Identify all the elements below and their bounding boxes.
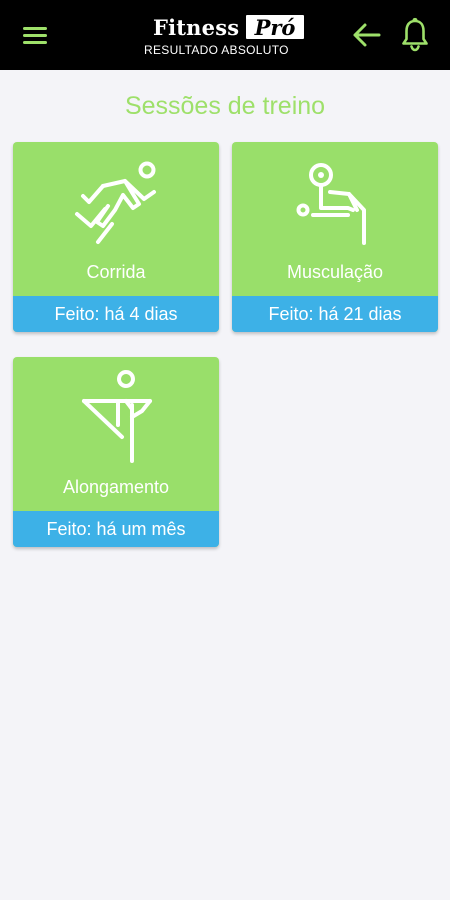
card-label: Alongamento: [62, 477, 170, 497]
brand-name: Fitness: [153, 15, 240, 40]
running-icon: [75, 161, 156, 244]
weightlifting-icon: [296, 163, 366, 245]
card-status: Feito: há 4 dias: [13, 296, 219, 332]
card-label: Musculação: [286, 262, 384, 282]
card-status: Feito: há 21 dias: [232, 296, 438, 332]
running-icon-wrap: [66, 150, 166, 250]
brand-tagline: RESULTADO ABSOLUTO: [144, 43, 289, 57]
weightlifting-icon-wrap: [285, 150, 385, 250]
stretching-icon-wrap: [66, 365, 166, 465]
notifications-button[interactable]: [400, 17, 430, 53]
stretching-icon: [82, 370, 152, 463]
menu-button[interactable]: [20, 22, 50, 48]
session-card-alongamento[interactable]: Alongamento Feito: há um mês: [13, 357, 219, 547]
section-title: Sessões de treino: [124, 92, 326, 120]
session-card-corrida[interactable]: Corrida Feito: há 4 dias: [13, 142, 219, 332]
app-logo: Fitness Pró RESULTADO ABSOLUTO: [140, 10, 312, 62]
card-status: Feito: há um mês: [13, 511, 219, 547]
arrow-left-icon: [353, 23, 381, 47]
brand-badge: Pró: [245, 14, 305, 40]
session-card-musculacao[interactable]: Musculação Feito: há 21 dias: [232, 142, 438, 332]
back-button[interactable]: [350, 21, 382, 49]
bell-icon: [402, 17, 428, 52]
top-bar: Fitness Pró RESULTADO ABSOLUTO: [0, 0, 450, 70]
card-label: Corrida: [86, 262, 146, 282]
menu-icon: [23, 27, 47, 44]
